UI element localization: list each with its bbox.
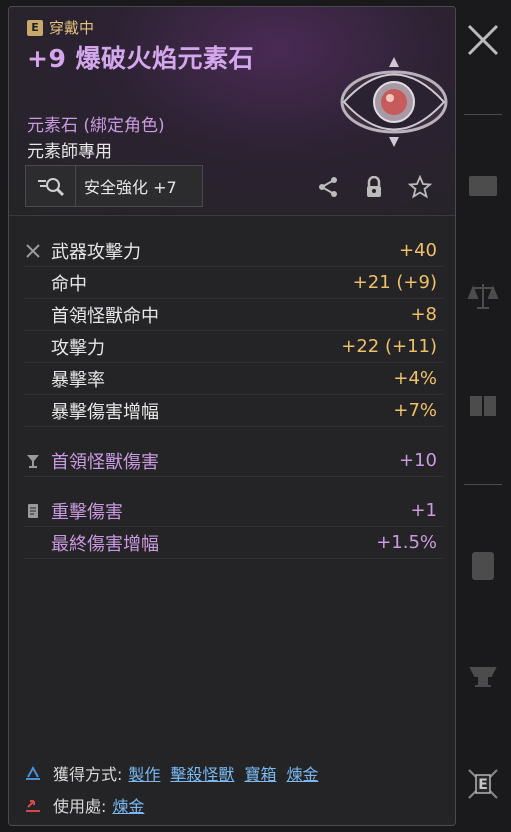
stat-name: 首領怪獸命中	[51, 305, 159, 327]
equip-badge: E	[27, 19, 43, 36]
card-icon	[472, 552, 494, 580]
stat-value: +22	[341, 336, 380, 357]
tooltip-tools	[314, 173, 434, 201]
stat-name: 暴擊傷害增幅	[51, 401, 159, 423]
stat-name: 武器攻擊力	[51, 241, 141, 263]
right-sidebar: E	[458, 6, 508, 826]
stat-row: 首領怪獸傷害 +10	[23, 445, 443, 477]
stat-row: 命中 +21 (+9)	[23, 267, 443, 299]
use-link-alchemy[interactable]: 煉金	[112, 793, 144, 817]
tooltip-footer: 獲得方式: 製作 擊殺怪獸 寶箱 煉金 使用處: 煉金	[23, 757, 443, 821]
share-icon[interactable]	[314, 173, 342, 201]
obtain-label: 獲得方式:	[53, 765, 123, 784]
stats-section: 武器攻擊力 +40 命中 +21 (+9) 首領怪獸命中 +8 攻擊力 +22 …	[23, 235, 443, 559]
obtain-link-monster[interactable]: 擊殺怪獸	[170, 761, 234, 785]
stat-name: 暴擊率	[51, 369, 105, 391]
open-book-button[interactable]	[463, 386, 503, 426]
item-type: 元素石 (綁定角色)	[27, 116, 165, 136]
safe-enhance-label: 安全強化 +7	[84, 178, 177, 197]
stat-value: +4%	[393, 368, 437, 389]
obtain-link-chest[interactable]: 寶箱	[244, 761, 276, 785]
use-label: 使用處:	[53, 797, 107, 816]
card-button[interactable]	[463, 546, 503, 586]
stat-name: 最終傷害增幅	[51, 533, 159, 555]
equip-status-row: E 穿戴中	[27, 17, 94, 38]
scales-icon	[467, 284, 499, 309]
lock-icon[interactable]	[360, 173, 388, 201]
stat-value-extra: (+9)	[396, 272, 437, 293]
scales-button[interactable]	[463, 276, 503, 316]
equip-toggle-button[interactable]: E	[463, 764, 503, 804]
stat-row: 首領怪獸命中 +8	[23, 299, 443, 331]
stat-value: +1	[410, 500, 437, 521]
book-button[interactable]	[463, 166, 503, 206]
star-icon[interactable]	[406, 173, 434, 201]
obtain-row: 獲得方式: 製作 擊殺怪獸 寶箱 煉金	[23, 757, 443, 789]
stat-row: 暴擊率 +4%	[23, 363, 443, 395]
obtain-icon	[23, 763, 43, 783]
stat-row: 最終傷害增幅 +1.5%	[23, 527, 443, 559]
stat-name: 命中	[51, 273, 87, 295]
class-requirement: 元素師專用	[27, 142, 112, 162]
stat-name: 首領怪獸傷害	[51, 451, 159, 473]
stat-value: +10	[399, 450, 437, 471]
stat-row: 攻擊力 +22 (+11)	[23, 331, 443, 363]
stat-name: 重擊傷害	[51, 501, 123, 523]
close-icon	[467, 24, 499, 56]
equip-e-letter: E	[478, 777, 488, 793]
use-icon	[23, 795, 43, 815]
anvil-icon	[469, 667, 497, 687]
obtain-link-alchemy[interactable]: 煉金	[286, 761, 318, 785]
scroll-icon	[23, 501, 43, 521]
header-divider	[9, 215, 455, 216]
safe-enhance-box: 安全強化 +7	[25, 165, 203, 207]
sidebar-separator	[464, 114, 502, 115]
stat-row: 暴擊傷害增幅 +7%	[23, 395, 443, 427]
obtain-link-craft[interactable]: 製作	[128, 761, 160, 785]
stat-value-group: +21 (+9)	[353, 272, 437, 293]
equip-status-text: 穿戴中	[49, 19, 95, 37]
stat-value: +7%	[393, 400, 437, 421]
stat-value: +40	[399, 240, 437, 261]
element-stone-icon	[340, 57, 448, 147]
item-title: +9 爆破火焰元素石	[27, 44, 255, 73]
sidebar-separator	[464, 484, 502, 485]
book-icon	[469, 176, 497, 196]
tooltip-header: E 穿戴中 +9 爆破火焰元素石 元素石 (綁定角色) 元素師專用 安全強化 +…	[9, 7, 455, 212]
stat-row: 重擊傷害 +1	[23, 495, 443, 527]
stat-name: 攻擊力	[51, 337, 105, 359]
stat-value: +1.5%	[376, 532, 437, 553]
use-row: 使用處: 煉金	[23, 789, 443, 821]
stat-value: +21	[352, 272, 391, 293]
magnify-icon	[26, 166, 76, 206]
equip-e-icon: E	[468, 769, 498, 799]
stat-value: +8	[410, 304, 437, 325]
close-button[interactable]	[463, 20, 503, 60]
stat-value-extra: (+11)	[384, 336, 437, 357]
anvil-button[interactable]	[463, 656, 503, 696]
open-book-icon	[470, 396, 496, 416]
item-tooltip-panel: E 穿戴中 +9 爆破火焰元素石 元素石 (綁定角色) 元素師專用 安全強化 +…	[8, 6, 456, 826]
stat-value-group: +22 (+11)	[341, 336, 437, 357]
crossed-swords-icon	[23, 241, 43, 261]
stat-row: 武器攻擊力 +40	[23, 235, 443, 267]
goblet-icon	[23, 451, 43, 471]
